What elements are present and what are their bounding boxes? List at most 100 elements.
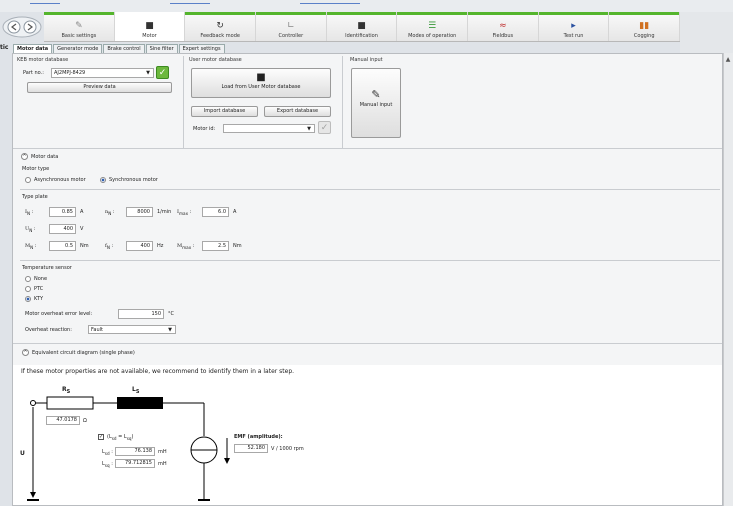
chevron-down-icon: ▼	[146, 70, 150, 76]
fn-label: fN :	[105, 243, 114, 250]
database-icon: ■	[256, 72, 266, 83]
subtab-expert-settings[interactable]: Expert settings	[178, 44, 225, 53]
ribbon-tab-test-run[interactable]: ▸ Test run	[539, 12, 610, 41]
preview-data-button[interactable]: Preview data	[27, 82, 172, 93]
back-forward-icon[interactable]	[2, 16, 42, 38]
ribbon-tab-label: Motor	[142, 33, 157, 39]
subtab-brake-control[interactable]: Brake control	[103, 44, 145, 53]
subtab-generator-mode[interactable]: Generator mode	[53, 44, 103, 53]
overheat-error-unit: °C	[168, 311, 174, 317]
in-field[interactable]: 0.85	[49, 207, 76, 217]
lsd-eq-lsq-checkbox[interactable]: ✓	[98, 434, 104, 440]
subtab-sine-filter[interactable]: Sine filter	[145, 44, 178, 53]
ribbon-tab-basic-settings[interactable]: ✎ Basic settings	[44, 12, 115, 41]
ribbon-tab-fieldbus[interactable]: ≈ Fieldbus	[468, 12, 539, 41]
ribbon-tab-cogging[interactable]: ▮▮ Cogging	[609, 12, 681, 41]
motor-icon: ■	[145, 21, 154, 31]
sync-motor-label: Synchronous motor	[109, 177, 158, 183]
overheat-reaction-select[interactable]: Fault ▼	[88, 325, 176, 334]
load-from-user-db-button[interactable]: ■ Load from User Motor database	[191, 68, 331, 98]
mn-field[interactable]: 0.5	[49, 241, 76, 251]
overheat-error-field[interactable]: 150	[118, 309, 164, 319]
overheat-reaction-label: Overheat reaction:	[25, 327, 72, 333]
side-label: tic	[0, 44, 9, 51]
divider	[183, 56, 184, 148]
nn-field[interactable]: 8000	[126, 207, 153, 217]
ribbon-tab-label: Test run	[563, 33, 584, 39]
section-separator	[13, 343, 722, 344]
import-database-button[interactable]: Import database	[191, 106, 258, 117]
ribbon-tab-bar: ✎ Basic settings ■ Motor ↻ Feedback mode…	[44, 12, 681, 42]
emf-field[interactable]: 52.180	[234, 444, 268, 453]
nn-unit: 1/min	[157, 209, 172, 215]
manual-input-icon: ✎	[371, 88, 381, 101]
temp-kty-radio[interactable]	[25, 296, 31, 302]
collapse-motor-data-icon[interactable]: ^	[21, 153, 28, 160]
lsd-unit: mH	[158, 449, 167, 455]
lsq-field[interactable]: 79.712815	[115, 459, 155, 468]
lsq-label: Lsq :	[102, 461, 113, 468]
bar-chart-icon: ▮▮	[639, 21, 650, 31]
mn-unit: Nm	[80, 243, 89, 249]
scroll-up-arrow-icon[interactable]: ▲	[724, 56, 732, 64]
play-icon: ▸	[571, 21, 576, 31]
un-field[interactable]: 400	[49, 224, 76, 234]
ribbon-tab-label: Controller	[278, 33, 304, 39]
apply-check-icon[interactable]: ✓	[156, 66, 169, 79]
async-motor-label: Asynchronous motor	[34, 177, 86, 183]
motor-id-select[interactable]: ▼	[223, 124, 315, 133]
type-plate-title: Type plate	[22, 194, 48, 200]
imax-label: Imax :	[177, 209, 192, 216]
vertical-scrollbar[interactable]	[723, 53, 733, 506]
un-label: UN :	[25, 226, 36, 233]
keb-db-title: KEB motor database	[17, 57, 69, 63]
temp-none-radio[interactable]	[25, 276, 31, 282]
mmax-field[interactable]: 2.5	[202, 241, 229, 251]
partno-select[interactable]: AJ2MPJ-8429 ▼	[51, 68, 154, 78]
lsq-unit: mH	[158, 461, 167, 467]
ribbon-tab-label: Identification	[345, 33, 378, 39]
export-database-button[interactable]: Export database	[264, 106, 331, 117]
user-db-title: User motor database	[189, 57, 242, 63]
partno-label: Part no.:	[23, 70, 44, 76]
lsd-label: Lsd :	[102, 449, 113, 456]
overheat-reaction-value: Fault	[91, 327, 103, 333]
ribbon-tab-feedback-mode[interactable]: ↻ Feedback mode	[185, 12, 257, 41]
circuit-diagram	[27, 396, 230, 501]
lsd-field[interactable]: 76.138	[115, 447, 155, 456]
async-motor-radio[interactable]	[25, 177, 31, 183]
ecd-note: If these motor properties are not availa…	[21, 368, 295, 375]
ribbon-tab-controller[interactable]: ∟ Controller	[256, 12, 327, 41]
in-label: IN :	[25, 209, 34, 216]
u-label: U	[20, 450, 25, 457]
ribbon-tab-motor[interactable]: ■ Motor	[114, 12, 186, 41]
fn-unit: Hz	[157, 243, 164, 249]
ribbon-tab-identification[interactable]: ■ Identification	[327, 12, 398, 41]
mn-label: MN :	[25, 243, 37, 250]
navigation-arrows[interactable]	[2, 16, 42, 38]
subtab-bar: Motor data Generator mode Brake control …	[13, 44, 226, 53]
imax-field[interactable]: 6.0	[202, 207, 229, 217]
imax-unit: A	[233, 209, 237, 215]
mmax-label: Mmax :	[177, 243, 195, 250]
fn-field[interactable]: 400	[126, 241, 153, 251]
modes-icon: ☰	[428, 21, 437, 31]
ribbon-tab-label: Fieldbus	[492, 33, 514, 39]
collapse-ecd-icon[interactable]: ^	[22, 349, 29, 356]
divider	[342, 56, 343, 148]
rs-label: RS	[62, 386, 71, 396]
ribbon-tab-modes-of-operation[interactable]: ☰ Modes of operation	[397, 12, 469, 41]
motor-id-check-icon[interactable]: ✓	[318, 121, 331, 134]
manual-input-button[interactable]: ✎ Manual input	[351, 68, 401, 138]
lsd-eq-lsq-label: (Lsd = Lsq)	[107, 434, 134, 441]
nn-label: nN :	[105, 209, 115, 216]
manual-input-title: Manual input	[350, 57, 383, 63]
temp-ptc-radio[interactable]	[25, 286, 31, 292]
subtab-motor-data[interactable]: Motor data	[13, 44, 53, 53]
rs-field[interactable]: 47.0178	[46, 416, 80, 425]
motor-id-label: Motor id:	[193, 126, 216, 132]
temp-ptc-label: PTC	[34, 286, 44, 292]
sync-motor-radio[interactable]	[100, 177, 106, 183]
un-unit: V	[80, 226, 84, 232]
controller-icon: ∟	[287, 21, 295, 31]
